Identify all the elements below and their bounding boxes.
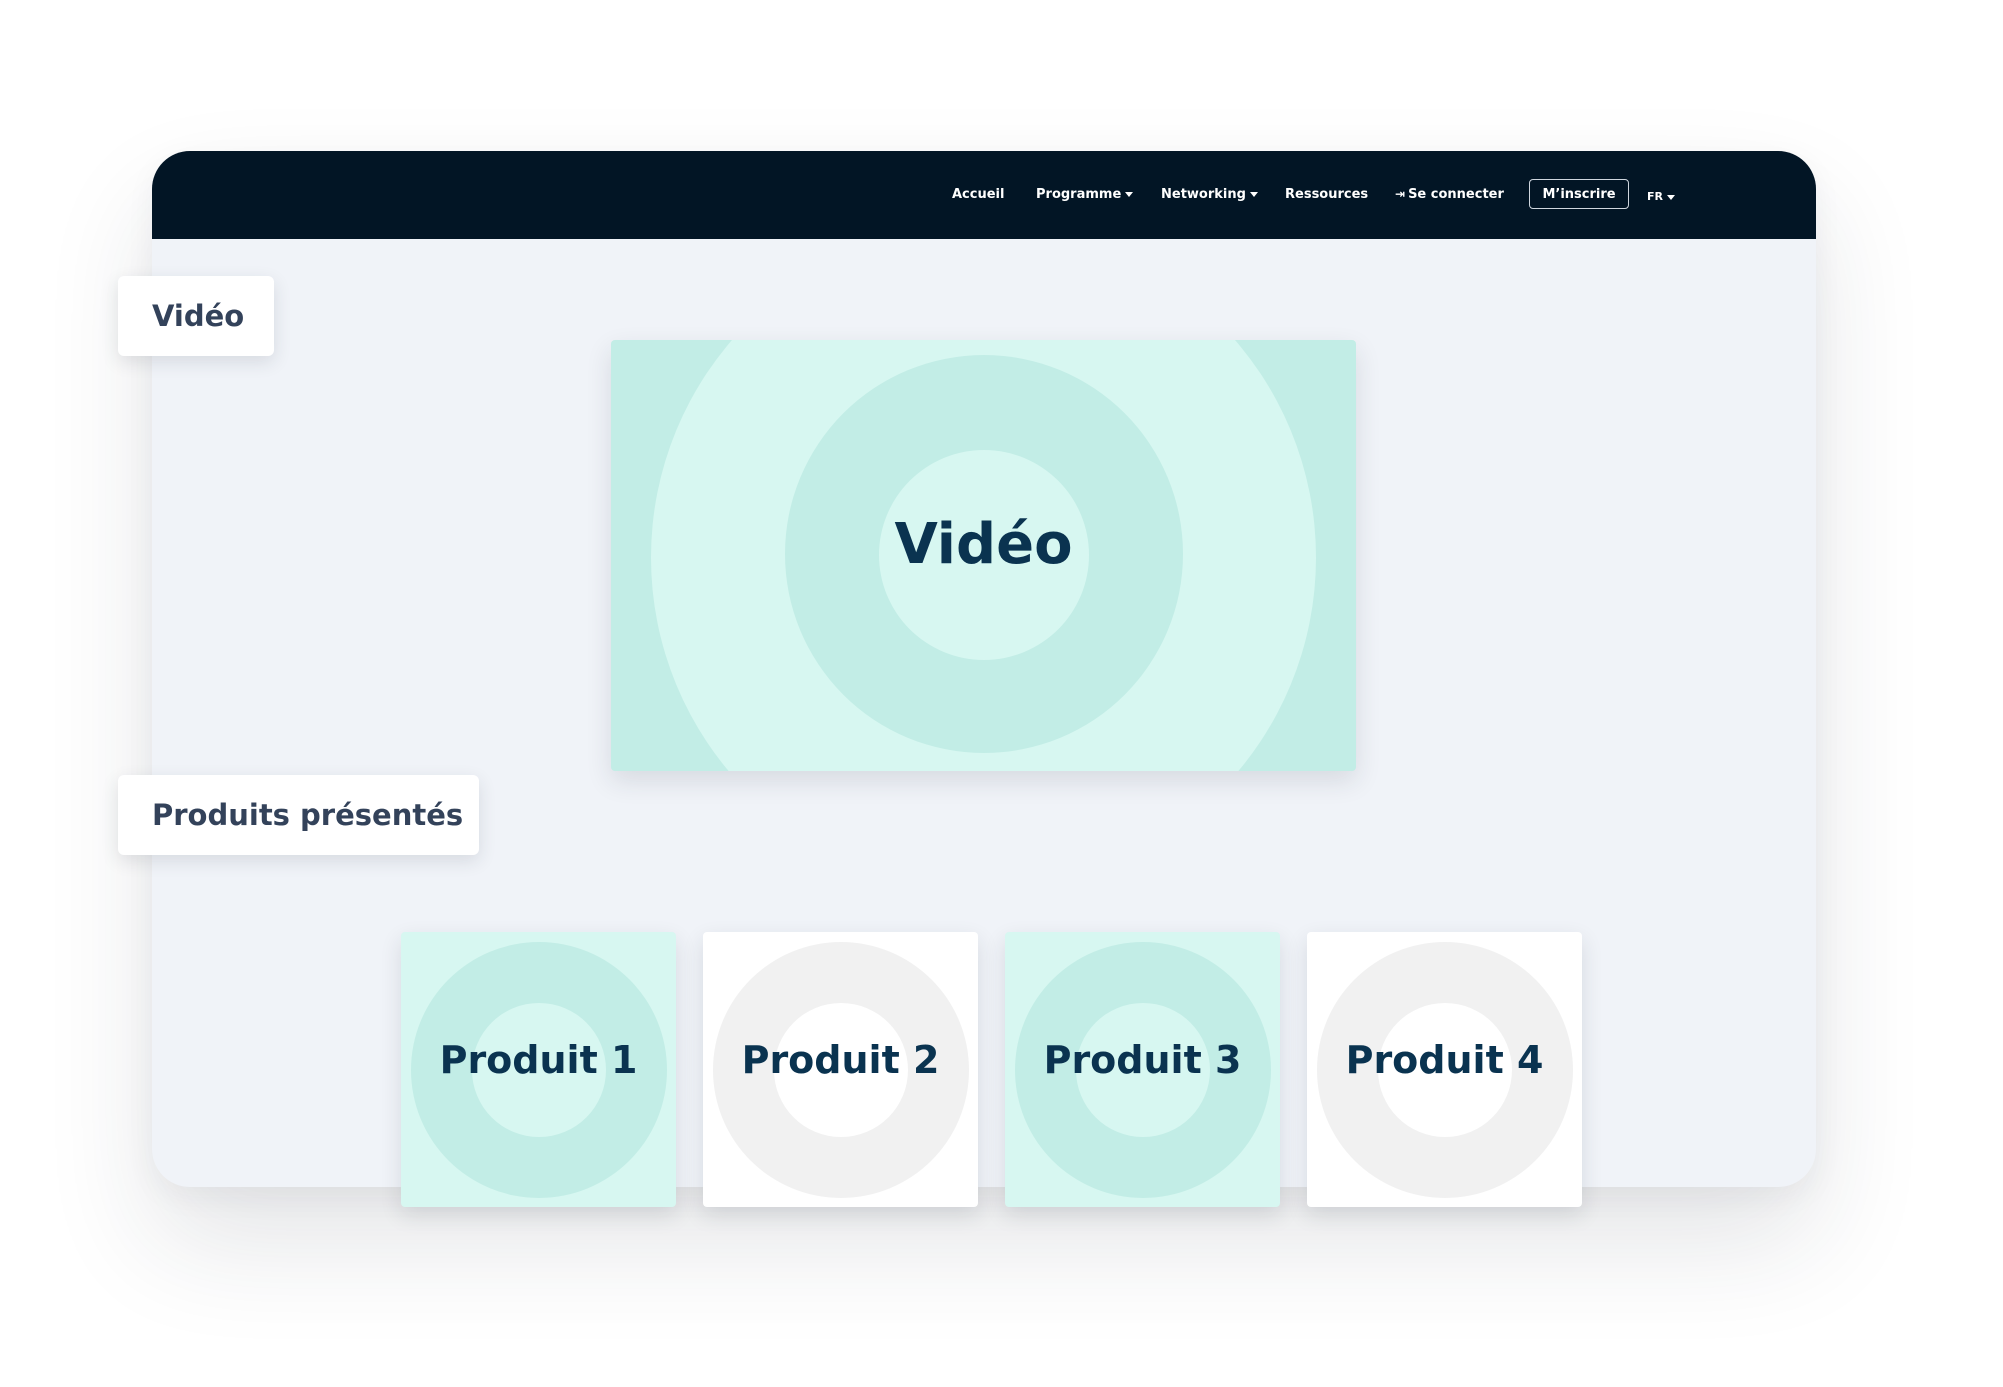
product-card-3[interactable]: Produit 3 <box>1005 932 1280 1207</box>
language-selector[interactable]: FR <box>1647 190 1675 203</box>
nav-item-networking[interactable]: Networking <box>1161 187 1258 202</box>
product-title: Produit 2 <box>741 1038 940 1082</box>
nav-item-ressources[interactable]: Ressources <box>1285 187 1368 202</box>
product-title: Produit 4 <box>1345 1038 1544 1082</box>
product-title: Produit 3 <box>1043 1038 1242 1082</box>
video-player[interactable]: Vidéo <box>611 340 1356 771</box>
video-title: Vidéo <box>894 512 1073 577</box>
caret-down-icon <box>1125 192 1134 197</box>
nav-item-label: Ressources <box>1285 187 1369 202</box>
nav-item-label: Accueil <box>952 187 1005 202</box>
nav-item-label: Networking <box>1161 187 1246 202</box>
section-label-video: Vidéo <box>118 276 274 356</box>
nav-item-accueil[interactable]: Accueil <box>952 187 1004 202</box>
product-card-2[interactable]: Produit 2 <box>703 932 978 1207</box>
section-label-products: Produits présentés <box>118 775 479 855</box>
nav-item-se-connecter[interactable]: ⇥ Se connecter <box>1395 187 1504 202</box>
caret-down-icon <box>1249 192 1258 197</box>
product-card-1[interactable]: Produit 1 <box>401 932 676 1207</box>
signup-button[interactable]: M’inscrire <box>1529 179 1629 209</box>
top-navbar: Accueil Programme Networking Ressources … <box>152 151 1816 239</box>
product-card-4[interactable]: Produit 4 <box>1307 932 1582 1207</box>
login-icon: ⇥ <box>1395 187 1406 201</box>
nav-item-label: Programme <box>1036 187 1122 202</box>
nav-item-programme[interactable]: Programme <box>1036 187 1134 202</box>
product-title: Produit 1 <box>439 1038 638 1082</box>
caret-down-icon <box>1666 194 1675 200</box>
language-label: FR <box>1647 190 1663 203</box>
nav-item-label: Se connecter <box>1408 187 1504 202</box>
